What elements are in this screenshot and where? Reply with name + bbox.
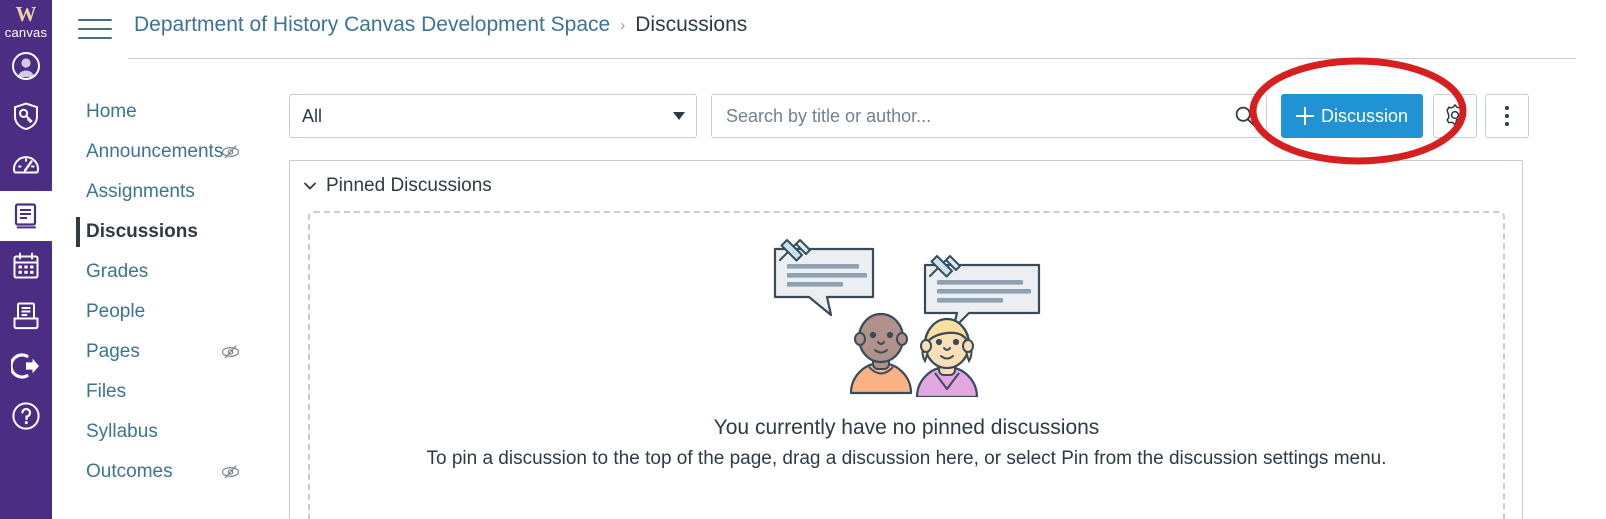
gear-icon (1443, 103, 1467, 130)
chevron-down-icon[interactable] (302, 178, 318, 194)
empty-state-title: You currently have no pinned discussions (713, 416, 1100, 439)
hidden-eye-icon (221, 143, 240, 162)
course-nav-item-files[interactable]: Files (76, 372, 276, 412)
discussion-settings-button[interactable] (1433, 94, 1477, 138)
help-question-icon (11, 401, 41, 431)
breadcrumb-separator: › (620, 16, 626, 34)
kebab-dot (1505, 106, 1509, 110)
course-nav-label: Outcomes (86, 461, 173, 482)
calendar-icon (11, 251, 41, 281)
add-discussion-label: Discussion (1320, 105, 1409, 126)
course-nav-label: Home (86, 101, 137, 122)
hidden-eye-icon (221, 463, 240, 482)
course-nav-item-syllabus[interactable]: Syllabus (76, 412, 276, 452)
global-nav-logout[interactable] (0, 341, 52, 391)
course-nav-label: Grades (86, 261, 149, 282)
global-nav-account[interactable] (0, 41, 52, 91)
empty-state-subtitle: To pin a discussion to the top of the pa… (426, 448, 1387, 469)
course-nav-item-announcements[interactable]: Announcements (76, 132, 276, 172)
canvas-discussions-page: W canvas Department of History Canvas De… (0, 0, 1606, 519)
page-header: Department of History Canvas Development… (52, 0, 1606, 59)
course-nav-label: Announcements (86, 141, 224, 162)
course-nav-label: Pages (86, 341, 140, 362)
discussion-filter-value: All (302, 105, 323, 126)
course-nav-label: People (86, 301, 146, 322)
breadcrumb: Department of History Canvas Development… (134, 13, 747, 37)
pinned-discussions-header[interactable]: Pinned Discussions (290, 161, 1522, 211)
pinned-discussions-panel: Pinned Discussions You currently have no… (289, 160, 1523, 519)
logo-wordmark: canvas (4, 25, 48, 40)
search-input[interactable] (724, 95, 1224, 137)
admin-shield-key-icon (11, 101, 41, 131)
account-icon (11, 51, 41, 81)
plus-icon (1295, 107, 1314, 125)
course-nav-label: Discussions (86, 221, 198, 242)
course-nav-item-pages[interactable]: Pages (76, 332, 276, 372)
kebab-dot (1505, 114, 1509, 118)
breadcrumb-current: Discussions (635, 13, 748, 36)
canvas-logo[interactable]: W canvas (0, 4, 52, 41)
logo-mark: W (15, 2, 37, 26)
course-nav-item-assignments[interactable]: Assignments (76, 172, 276, 212)
discussion-filter-select[interactable]: All (289, 94, 697, 138)
dashboard-gauge-icon (11, 151, 41, 181)
course-nav-item-people[interactable]: People (76, 292, 276, 332)
inbox-tray-icon (11, 301, 41, 331)
course-nav-item-home[interactable]: Home (76, 92, 276, 132)
search-field[interactable] (711, 94, 1267, 138)
course-nav-label: Files (86, 381, 127, 402)
global-nav-admin[interactable] (0, 91, 52, 141)
hamburger-bar (78, 19, 112, 21)
pinned-discussions-title: Pinned Discussions (326, 175, 492, 196)
search-icon[interactable] (1234, 105, 1256, 127)
global-nav-calendar[interactable] (0, 241, 52, 291)
course-nav-item-outcomes[interactable]: Outcomes (76, 452, 276, 492)
add-discussion-button[interactable]: Discussion (1281, 94, 1423, 138)
course-nav-label: Syllabus (86, 421, 158, 442)
pinned-discussions-illustration (757, 227, 1057, 402)
discussions-toolbar: All Discussion (289, 94, 1529, 138)
global-nav-courses[interactable] (0, 191, 52, 241)
kebab-dot (1505, 122, 1509, 126)
hamburger-icon[interactable] (78, 14, 112, 44)
global-nav-help[interactable] (0, 391, 52, 441)
course-navigation: Home Announcements Assignments Discussio… (76, 92, 276, 492)
pinned-discussions-dropzone[interactable]: You currently have no pinned discussions… (308, 211, 1505, 519)
hidden-eye-icon (221, 343, 240, 362)
header-divider (128, 58, 1575, 59)
hamburger-bar (78, 37, 112, 39)
courses-book-icon (11, 201, 41, 231)
logout-arrow-icon (11, 351, 41, 381)
course-nav-item-grades[interactable]: Grades (76, 252, 276, 292)
course-nav-label: Assignments (86, 181, 195, 202)
discussion-more-menu-button[interactable] (1485, 94, 1529, 138)
global-nav-inbox[interactable] (0, 291, 52, 341)
global-nav-dashboard[interactable] (0, 141, 52, 191)
kebab-menu-icon (1505, 106, 1509, 126)
breadcrumb-course-link[interactable]: Department of History Canvas Development… (134, 13, 610, 37)
course-nav-item-discussions[interactable]: Discussions (76, 212, 276, 252)
chevron-down-icon (673, 112, 685, 120)
global-navigation: W canvas (0, 0, 52, 519)
hamburger-bar (78, 28, 112, 30)
